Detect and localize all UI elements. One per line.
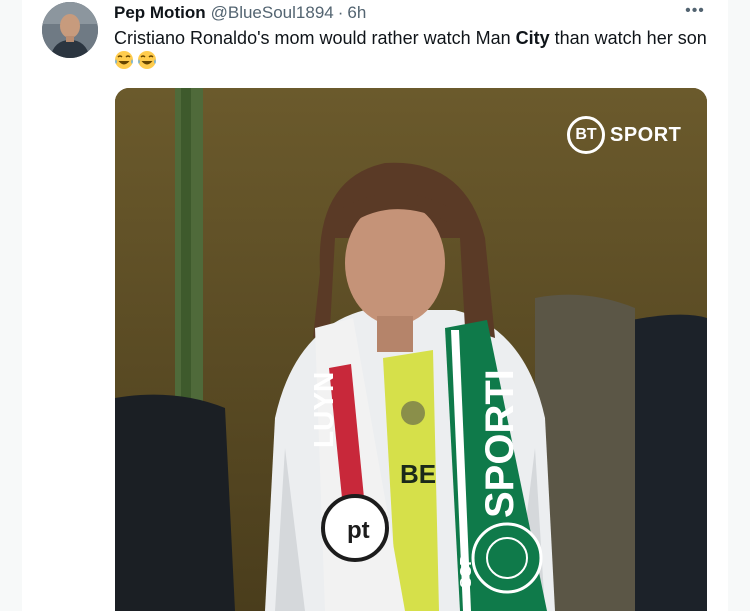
tweet-card[interactable]: Pep Motion @BlueSoul1894 · 6h ••• Cristi… — [22, 0, 728, 611]
more-options-icon[interactable]: ••• — [682, 0, 708, 22]
tweet-text: Cristiano Ronaldo's mom would rather wat… — [114, 26, 714, 50]
separator-dot: · — [337, 3, 344, 22]
user-handle[interactable]: @BlueSoul1894 — [211, 3, 334, 23]
tweet-text-bold: City — [515, 28, 550, 48]
broadcast-still: BE pt LUYN SPORTI SCP — [115, 88, 707, 611]
emoji-row — [114, 50, 157, 70]
tweet-text-part: than watch her son — [549, 28, 707, 48]
bt-logo-mark: BT — [567, 116, 605, 154]
tweet-media-image[interactable]: BE pt LUYN SPORTI SCP BT SPORT — [115, 88, 707, 611]
svg-text:pt: pt — [347, 517, 370, 544]
bt-sport-logo: BT SPORT — [567, 114, 681, 156]
bt-logo-word: SPORT — [610, 123, 682, 146]
tweet-text-part: Cristiano Ronaldo's mom would rather wat… — [114, 28, 516, 48]
timestamp[interactable]: 6h — [347, 3, 366, 23]
display-name[interactable]: Pep Motion — [114, 3, 206, 23]
left-gutter — [0, 0, 22, 611]
laughing-emoji-icon — [138, 51, 156, 69]
scarf-badge-text: SCP — [458, 555, 475, 588]
avatar[interactable] — [42, 2, 98, 58]
shirt-text: BE — [400, 459, 436, 489]
laughing-emoji-icon — [115, 51, 133, 69]
tweet-header: Pep Motion @BlueSoul1894 · 6h — [114, 2, 366, 24]
scarf-red-text: LUYN — [308, 372, 339, 448]
page: Pep Motion @BlueSoul1894 · 6h ••• Cristi… — [0, 0, 750, 611]
right-gutter — [728, 0, 750, 611]
scarf-green-text: SPORTI — [478, 369, 522, 518]
